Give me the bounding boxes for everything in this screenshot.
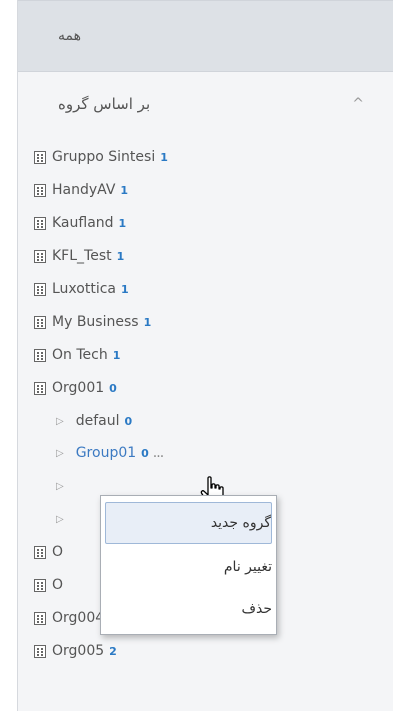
building-icon	[34, 611, 46, 625]
building-icon	[34, 644, 46, 658]
building-icon	[34, 150, 46, 164]
menu-item-new-group[interactable]: گروه جدید	[105, 502, 272, 544]
tree-item-count: 0	[141, 446, 149, 460]
tree-item-label: Luxottica	[52, 281, 116, 297]
tree-item-count: 2	[109, 644, 117, 658]
tree-item-label: Org005	[52, 643, 105, 659]
group-section-title: بر اساس گروه	[58, 95, 151, 113]
tree-item-label: O	[52, 577, 64, 593]
chevron-up-icon[interactable]: ^	[352, 96, 364, 112]
expand-triangle-icon[interactable]: ▷	[56, 514, 64, 525]
building-icon	[34, 183, 46, 197]
tree-item-count: 1	[116, 249, 125, 263]
tree-item-count: 1	[121, 282, 129, 296]
tree-item-label: KFL_Test	[52, 248, 112, 264]
tree-item-count: 1	[160, 150, 168, 164]
building-icon	[34, 545, 46, 559]
tree-item-label: Org001	[52, 380, 105, 396]
tree-item-org[interactable]: KFL_Test 1	[18, 241, 393, 271]
expand-triangle-icon[interactable]: ▷	[56, 416, 64, 427]
menu-item-label: گروه جدید	[210, 515, 271, 531]
tree-item-label: O	[52, 544, 64, 560]
menu-item-rename[interactable]: تغییر نام	[105, 546, 272, 588]
tree-item-label: HandyAV	[52, 182, 116, 198]
building-icon	[34, 348, 46, 362]
menu-item-label: حذف	[241, 601, 272, 617]
tree-item-label: Gruppo Sintesi	[52, 149, 156, 165]
tree-item-label: defaul	[75, 413, 120, 429]
tree-item-label: Group01	[75, 445, 137, 461]
expand-triangle-icon[interactable]: ▷	[56, 448, 64, 459]
tree-item-org[interactable]: Org005 2	[18, 636, 393, 666]
tree-item-count: 1	[120, 183, 129, 197]
tree-item-count: 0	[109, 381, 117, 395]
tree-item-org[interactable]: My Business 1	[18, 307, 393, 337]
tree-item-count: 0	[124, 414, 133, 428]
tree-item-label: Org004	[52, 610, 105, 626]
more-options-icon[interactable]: ...	[153, 445, 164, 461]
tree-item-label: On Tech	[52, 347, 108, 363]
tree-item-org[interactable]: Gruppo Sintesi 1	[18, 142, 393, 172]
tree-item-count: 1	[112, 348, 121, 362]
tree-item-label: My Business	[52, 314, 139, 330]
building-icon	[34, 315, 46, 329]
menu-item-delete[interactable]: حذف	[105, 588, 272, 630]
tree-item-org[interactable]: Luxottica 1	[18, 274, 393, 304]
filter-all[interactable]: همه	[18, 0, 393, 72]
tree-item-org[interactable]: Kaufland 1	[18, 208, 393, 238]
tree-item-org[interactable]: Org001 0	[18, 373, 393, 403]
tree-item-label: Kaufland	[52, 215, 114, 231]
tree-item-count: 1	[143, 315, 152, 329]
expand-triangle-icon[interactable]: ▷	[56, 481, 64, 492]
filter-all-label: همه	[58, 28, 81, 44]
building-icon	[34, 381, 46, 395]
tree-item-group[interactable]: ▷ defaul 0	[18, 406, 393, 436]
tree-item-org[interactable]: HandyAV 1	[18, 175, 393, 205]
building-icon	[34, 578, 46, 592]
menu-item-label: تغییر نام	[223, 559, 272, 575]
tree-item-count: 1	[118, 216, 127, 230]
building-icon	[34, 282, 46, 296]
building-icon	[34, 249, 46, 263]
building-icon	[34, 216, 46, 230]
tree-item-group-selected[interactable]: ▷ Group01 0 ...	[18, 438, 393, 468]
tree-item-org[interactable]: On Tech 1	[18, 340, 393, 370]
group-section-header[interactable]: بر اساس گروه ^	[18, 72, 393, 136]
context-menu: گروه جدید تغییر نام حذف	[100, 495, 277, 635]
